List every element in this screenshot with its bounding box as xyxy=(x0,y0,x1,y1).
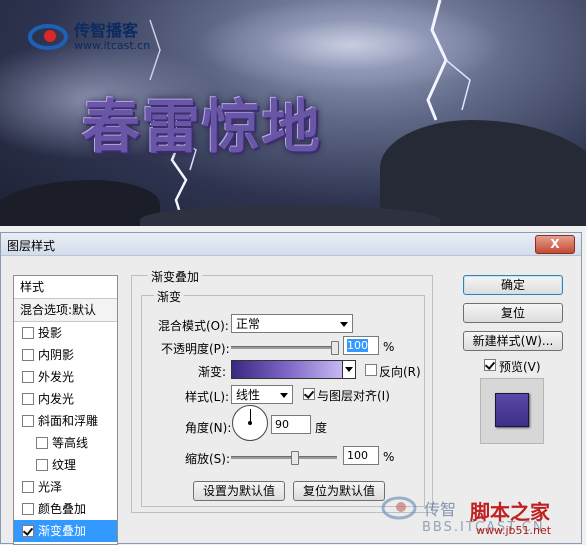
blend-options-item[interactable]: 混合选项:默认 xyxy=(14,299,117,322)
scale-input[interactable]: 100 xyxy=(343,446,379,465)
subsection-title: 渐变 xyxy=(154,288,185,305)
angle-value: 90 xyxy=(275,418,289,431)
style-item[interactable]: 光泽 xyxy=(14,476,117,498)
reverse-checkbox[interactable] xyxy=(365,364,377,376)
style-item-label: 内阴影 xyxy=(38,348,75,362)
angle-label: 角度(N): xyxy=(185,421,232,435)
preview-label: 预览(V) xyxy=(499,360,541,374)
blend-mode-label: 混合模式(O): xyxy=(158,319,229,333)
opacity-slider-thumb[interactable] xyxy=(331,341,339,355)
logo-name: 传智播客 xyxy=(74,21,139,41)
style-item-checkbox[interactable] xyxy=(36,437,48,449)
itcast-watermark-icon xyxy=(380,494,420,522)
rock-right xyxy=(380,120,586,226)
style-item[interactable]: 内阴影 xyxy=(14,344,117,366)
style-item-label: 投影 xyxy=(38,326,63,340)
style-item-label: 颜色叠加 xyxy=(38,502,87,516)
scale-slider[interactable] xyxy=(231,451,337,465)
blend-mode-select[interactable]: 正常 xyxy=(231,314,353,333)
style-item[interactable]: 颜色叠加 xyxy=(14,498,117,520)
reset-to-default-label: 复位为默认值 xyxy=(302,484,375,498)
dialog-titlebar[interactable]: 图层样式 X xyxy=(1,233,581,256)
style-item-checkbox[interactable] xyxy=(22,481,34,493)
opacity-value: 100 xyxy=(347,339,368,352)
new-style-button[interactable]: 新建样式(W)... xyxy=(463,331,563,351)
site-url: www.jb51.net xyxy=(476,524,552,537)
style-item[interactable]: 斜面和浮雕 xyxy=(14,410,117,432)
make-default-button[interactable]: 设置为默认值 xyxy=(193,481,285,501)
close-button[interactable]: X xyxy=(535,235,575,254)
style-item[interactable]: 内发光 xyxy=(14,388,117,410)
reverse-label: 反向(R) xyxy=(379,365,421,379)
style-item-checkbox[interactable] xyxy=(22,349,34,361)
style-item-label: 斜面和浮雕 xyxy=(38,414,99,428)
style-item-checkbox[interactable] xyxy=(22,415,34,427)
style-item-checkbox[interactable] xyxy=(22,503,34,515)
itcast-logo-icon xyxy=(28,22,70,52)
watermark-name: 传智 xyxy=(424,500,457,519)
style-item-checkbox[interactable] xyxy=(22,393,34,405)
logo-url: www.itcast.cn xyxy=(74,38,151,52)
reset-button[interactable]: 复位 xyxy=(463,303,563,323)
dialog-title: 图层样式 xyxy=(7,239,56,253)
styles-header[interactable]: 样式 xyxy=(14,276,117,299)
style-label: 样式(L): xyxy=(185,390,230,404)
gradient-swatch[interactable] xyxy=(231,360,343,379)
style-item-label: 光泽 xyxy=(38,480,63,494)
itcast-logo: 传智播客 www.itcast.cn xyxy=(28,22,150,52)
reset-to-default-button[interactable]: 复位为默认值 xyxy=(293,481,385,501)
banner-title: 春雷惊地 xyxy=(82,93,323,161)
style-item-checkbox[interactable] xyxy=(22,371,34,383)
style-item[interactable]: 纹理 xyxy=(14,454,117,476)
chevron-down-icon xyxy=(280,393,288,398)
scale-slider-thumb[interactable] xyxy=(291,451,299,465)
scale-percent: % xyxy=(383,450,395,464)
align-with-layer-label: 与图层对齐(I) xyxy=(317,389,390,403)
style-item-label: 内发光 xyxy=(38,392,75,406)
style-item-checkbox[interactable] xyxy=(22,525,34,537)
site-name: 脚本之家 xyxy=(470,500,550,524)
make-default-label: 设置为默认值 xyxy=(202,484,275,498)
angle-unit: 度 xyxy=(315,421,328,435)
style-preview xyxy=(480,378,544,444)
style-item-checkbox[interactable] xyxy=(36,459,48,471)
section-title: 渐变叠加 xyxy=(148,268,203,285)
gradient-dropdown[interactable] xyxy=(342,360,356,379)
style-item[interactable]: 渐变叠加 xyxy=(14,520,117,542)
scale-label: 缩放(S): xyxy=(185,452,231,466)
close-icon: X xyxy=(550,237,560,251)
preview-checkbox[interactable] xyxy=(484,359,496,371)
opacity-percent: % xyxy=(383,340,395,354)
opacity-label: 不透明度(P): xyxy=(161,342,230,356)
style-value: 线性 xyxy=(236,388,261,402)
style-item-label: 外发光 xyxy=(38,370,75,384)
gradient-label: 渐变: xyxy=(198,365,227,379)
new-style-label: 新建样式(W)... xyxy=(472,334,554,348)
style-item[interactable]: 外发光 xyxy=(14,366,117,388)
ok-label: 确定 xyxy=(500,278,525,292)
style-select[interactable]: 线性 xyxy=(231,385,293,404)
blend-mode-value: 正常 xyxy=(236,317,261,331)
angle-dial[interactable] xyxy=(232,405,268,441)
banner-image: 传智播客 www.itcast.cn 春雷惊地 xyxy=(0,0,586,226)
style-item-label: 纹理 xyxy=(52,458,77,472)
itcast-watermark: 传智 xyxy=(380,494,456,522)
opacity-slider[interactable] xyxy=(231,341,339,355)
opacity-input[interactable]: 100 xyxy=(343,336,379,355)
style-item[interactable]: 等高线 xyxy=(14,432,117,454)
style-item-label: 等高线 xyxy=(52,436,89,450)
reset-label: 复位 xyxy=(500,306,525,320)
chevron-down-icon xyxy=(340,322,348,327)
angle-input[interactable]: 90 xyxy=(271,415,311,434)
align-with-layer-checkbox[interactable] xyxy=(303,388,315,400)
styles-list: 样式 混合选项:默认 投影内阴影外发光内发光斜面和浮雕等高线纹理光泽颜色叠加渐变… xyxy=(13,275,118,545)
style-item-checkbox[interactable] xyxy=(22,327,34,339)
blend-options-label: 混合选项:默认 xyxy=(20,303,97,317)
ok-button[interactable]: 确定 xyxy=(463,275,563,295)
scale-value: 100 xyxy=(347,449,368,462)
style-item[interactable]: 投影 xyxy=(14,322,117,344)
style-item-label: 渐变叠加 xyxy=(38,524,87,538)
preview-swatch xyxy=(495,393,529,427)
